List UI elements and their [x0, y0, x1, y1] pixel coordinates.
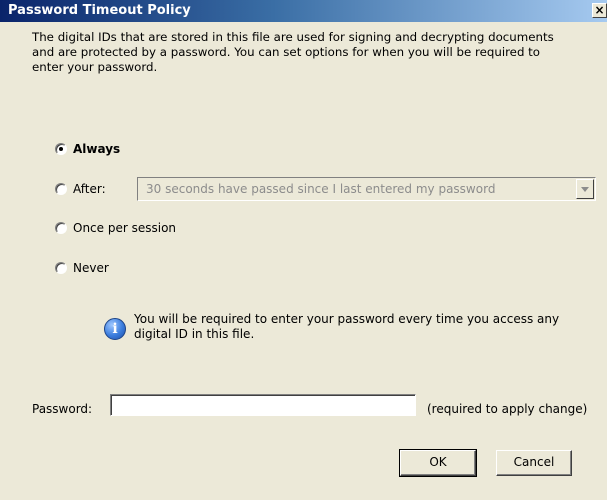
radio-once-per-session[interactable]	[55, 222, 67, 234]
password-timeout-dialog: Password Timeout Policy × The digital ID…	[0, 0, 607, 500]
chevron-down-icon[interactable]	[576, 179, 594, 199]
password-hint: (required to apply change)	[427, 402, 588, 416]
radio-once-per-session-label[interactable]: Once per session	[73, 221, 176, 235]
cancel-button[interactable]: Cancel	[496, 450, 572, 476]
timeout-select[interactable]: 30 seconds have passed since I last ente…	[137, 177, 596, 201]
radio-always-label[interactable]: Always	[73, 142, 120, 156]
info-icon: i	[104, 318, 126, 340]
radio-after[interactable]	[55, 183, 67, 195]
radio-never[interactable]	[55, 262, 67, 274]
ok-button[interactable]: OK	[399, 449, 477, 477]
title-bar[interactable]: Password Timeout Policy ×	[0, 0, 607, 22]
close-icon[interactable]: ×	[592, 3, 607, 18]
dialog-title: Password Timeout Policy	[8, 3, 191, 18]
radio-after-label[interactable]: After:	[73, 182, 106, 196]
radio-always[interactable]	[55, 143, 67, 155]
password-label: Password:	[32, 402, 93, 416]
password-input[interactable]	[110, 394, 416, 416]
description-text: The digital IDs that are stored in this …	[32, 30, 554, 74]
info-message: You will be required to enter your passw…	[134, 312, 560, 341]
timeout-select-value: 30 seconds have passed since I last ente…	[146, 182, 496, 196]
radio-never-label[interactable]: Never	[73, 261, 109, 275]
